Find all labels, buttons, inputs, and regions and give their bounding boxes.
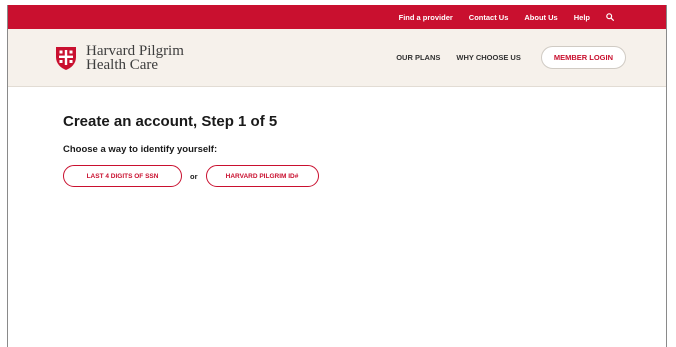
main-content: Create an account, Step 1 of 5 Choose a … <box>8 113 666 187</box>
about-us-link[interactable]: About Us <box>524 13 557 22</box>
logo-wordmark: Harvard Pilgrim Health Care <box>86 42 184 73</box>
logo-line-1: Harvard Pilgrim <box>86 42 184 59</box>
or-separator: or <box>190 171 198 181</box>
ssn-option-button[interactable]: LAST 4 DIGITS OF SSN <box>63 165 182 187</box>
identify-prompt: Choose a way to identify yourself: <box>63 144 218 155</box>
help-link[interactable]: Help <box>574 13 590 22</box>
page-title: Create an account, Step 1 of 5 <box>63 113 278 130</box>
identify-options: LAST 4 DIGITS OF SSN or HARVARD PILGRIM … <box>63 165 666 187</box>
utility-bar: Find a provider Contact Us About Us Help <box>8 5 666 29</box>
main-nav: OUR PLANS WHY CHOOSE US MEMBER LOGIN <box>380 46 626 69</box>
browser-page: Find a provider Contact Us About Us Help <box>7 5 667 347</box>
contact-us-link[interactable]: Contact Us <box>469 13 509 22</box>
our-plans-link[interactable]: OUR PLANS <box>396 53 440 62</box>
member-login-button[interactable]: MEMBER LOGIN <box>540 46 626 69</box>
logo[interactable]: Harvard Pilgrim Health Care <box>54 42 184 73</box>
find-provider-link[interactable]: Find a provider <box>399 13 453 22</box>
why-choose-us-link[interactable]: WHY CHOOSE US <box>456 53 520 62</box>
main-header: Harvard Pilgrim Health Care OUR PLANS WH… <box>8 29 666 87</box>
logo-line-2: Health Care <box>86 56 159 73</box>
search-icon[interactable] <box>606 13 614 21</box>
member-id-option-button[interactable]: HARVARD PILGRIM ID# <box>205 165 319 187</box>
shield-logo-icon <box>56 46 76 70</box>
